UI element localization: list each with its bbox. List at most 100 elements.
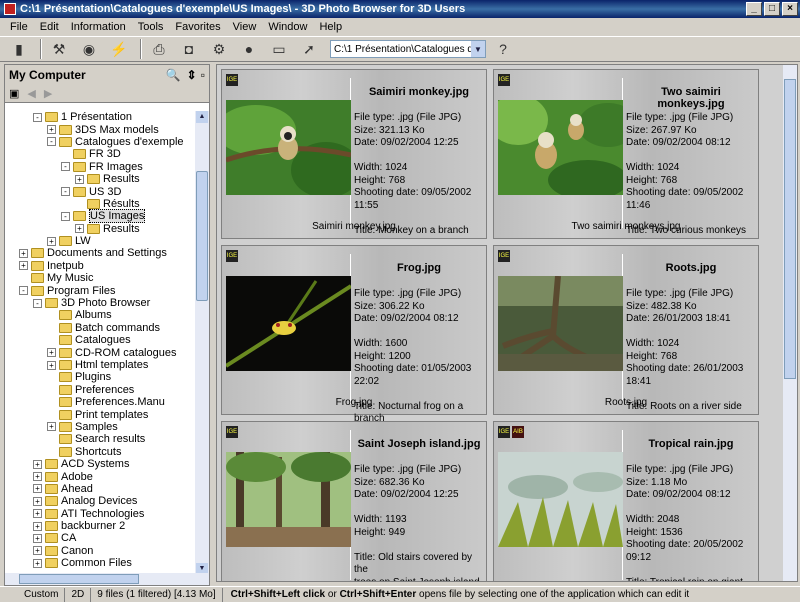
photo-thumbnail[interactable] xyxy=(226,276,351,371)
expand-icon[interactable]: + xyxy=(75,224,84,234)
tree-item[interactable]: Albums xyxy=(5,309,195,321)
tools-icon[interactable]: ⚒ xyxy=(46,38,72,60)
tree-item[interactable]: Catalogues xyxy=(5,334,195,346)
menu-help[interactable]: Help xyxy=(313,21,348,33)
collapse-icon[interactable]: - xyxy=(47,137,56,147)
tree-item[interactable]: + Html templates xyxy=(5,359,195,371)
path-combo[interactable]: C:\1 Présentation\Catalogues d'exem ▼ xyxy=(330,40,486,58)
gallery-scrollbar[interactable] xyxy=(783,65,797,581)
tree-item[interactable]: - 3D Photo Browser xyxy=(5,297,195,309)
expand-icon[interactable]: + xyxy=(33,484,42,494)
gear-icon[interactable]: ⚙ xyxy=(206,38,232,60)
film-icon[interactable]: ▭ xyxy=(266,38,292,60)
share-icon[interactable]: ➚ xyxy=(296,38,322,60)
tree-item[interactable]: - Program Files xyxy=(5,284,195,297)
collapse-icon[interactable]: - xyxy=(61,187,70,197)
chevron-down-icon[interactable]: ▼ xyxy=(471,41,485,57)
tree-horizontal-scrollbar[interactable] xyxy=(5,573,209,585)
expand-icon[interactable]: + xyxy=(33,496,42,506)
scroll-up-icon[interactable]: ▲ xyxy=(196,111,208,123)
tree-item[interactable]: + Adobe xyxy=(5,470,195,483)
menu-file[interactable]: File xyxy=(4,21,34,33)
expand-icon[interactable]: + xyxy=(47,348,56,358)
tree-item[interactable]: + CA xyxy=(5,532,195,544)
scroll-thumb[interactable] xyxy=(19,574,139,584)
catalog-icon[interactable]: ▮ xyxy=(6,38,32,60)
menu-window[interactable]: Window xyxy=(262,21,313,33)
tree-item[interactable]: - Catalogues d'exemple xyxy=(5,136,195,148)
maximize-button[interactable]: □ xyxy=(764,2,780,16)
status-custom[interactable]: Custom xyxy=(0,587,66,602)
view-icon[interactable]: ◉ xyxy=(76,38,102,60)
window-icon[interactable]: ▫ xyxy=(201,68,205,82)
tree-item[interactable]: Shortcuts xyxy=(5,446,195,458)
plug-icon[interactable]: ⚡ xyxy=(106,38,132,60)
expand-icon[interactable]: + xyxy=(33,509,42,519)
tree-vertical-scrollbar[interactable]: ▲ ▼ xyxy=(195,111,209,575)
photo-card[interactable]: IGE Saint Joseph island.jpg File type: .jp… xyxy=(221,421,487,581)
expand-icon[interactable]: + xyxy=(19,248,28,258)
tree-item[interactable]: Batch commands xyxy=(5,322,195,334)
back-icon[interactable]: ◀ xyxy=(27,87,35,100)
collapse-icon[interactable]: - xyxy=(61,162,70,172)
minimize-button[interactable]: _ xyxy=(746,2,762,16)
tree-item[interactable]: + Common Files xyxy=(5,557,195,569)
folder-up-icon[interactable]: ▣ xyxy=(9,87,19,100)
tree-item[interactable]: - 1 Présentation xyxy=(5,111,195,123)
menu-tools[interactable]: Tools xyxy=(132,21,170,33)
print-icon[interactable]: ⎙ xyxy=(146,38,172,60)
expand-icon[interactable]: + xyxy=(47,125,56,135)
tree-item[interactable]: Search results xyxy=(5,433,195,445)
tree-item[interactable]: +3DS Max models xyxy=(5,123,195,136)
tree-item[interactable]: + Results xyxy=(5,223,195,235)
photo-card[interactable]: IGE Saimiri monkey.jpg File type: .jpg (Fi… xyxy=(221,69,487,239)
tree-item[interactable]: + Samples xyxy=(5,421,195,433)
close-button[interactable]: × xyxy=(782,2,798,16)
expand-icon[interactable]: + xyxy=(33,459,42,469)
expand-icon[interactable]: + xyxy=(33,533,42,543)
tree-item[interactable]: + Analog Devices xyxy=(5,495,195,507)
tree-item[interactable]: + LW xyxy=(5,235,195,247)
tree-item[interactable]: + Canon xyxy=(5,545,195,557)
scroll-thumb[interactable] xyxy=(784,79,796,379)
expand-icon[interactable]: + xyxy=(33,558,42,568)
collapse-icon[interactable]: - xyxy=(61,211,70,221)
photo-card[interactable]: IGE AIB Tropical rain.jpg File type: .jpg (… xyxy=(493,421,759,581)
tree-item[interactable]: + Results xyxy=(5,173,195,185)
expand-icon[interactable]: + xyxy=(47,422,56,432)
tree-item[interactable]: + Documents and Settings xyxy=(5,247,195,259)
expand-icon[interactable]: + xyxy=(33,472,42,482)
forward-icon[interactable]: ▶ xyxy=(44,87,52,100)
help-icon[interactable]: ? xyxy=(490,38,516,60)
camera-icon[interactable]: ◘ xyxy=(176,38,202,60)
tree-item[interactable]: My Music xyxy=(5,272,195,284)
tree-item[interactable]: + Inetpub xyxy=(5,260,195,272)
collapse-icon[interactable]: - xyxy=(33,112,42,122)
collapse-icon[interactable]: - xyxy=(19,286,28,296)
tree-item[interactable]: Résults xyxy=(5,198,195,210)
menu-view[interactable]: View xyxy=(227,21,263,33)
photo-thumbnail[interactable] xyxy=(498,452,623,547)
search-icon[interactable]: 🔍 xyxy=(166,68,181,82)
menu-edit[interactable]: Edit xyxy=(34,21,65,33)
tree-item[interactable]: + CD-ROM catalogues xyxy=(5,346,195,359)
expand-icon[interactable]: + xyxy=(19,261,28,271)
tree-item[interactable]: Print templates xyxy=(5,408,195,421)
menu-favorites[interactable]: Favorites xyxy=(169,21,226,33)
tree-item[interactable]: + backburner 2 xyxy=(5,520,195,532)
expand-icon[interactable]: + xyxy=(75,174,84,184)
collapse-icon[interactable]: - xyxy=(33,298,42,308)
photo-thumbnail[interactable] xyxy=(498,100,623,195)
tree-item[interactable]: + ATI Technologies xyxy=(5,508,195,520)
expand-icon[interactable]: + xyxy=(33,546,42,556)
tree-item[interactable]: + ACD Systems xyxy=(5,458,195,470)
expand-icon[interactable]: + xyxy=(47,360,56,370)
tree-item[interactable]: - FR Images xyxy=(5,161,195,173)
tree-item[interactable]: Preferences.Manu xyxy=(5,396,195,408)
tree-item[interactable]: FR 3D xyxy=(5,148,195,160)
photo-thumbnail[interactable] xyxy=(498,276,623,371)
status-mode[interactable]: 2D xyxy=(65,587,92,602)
pin-icon[interactable]: ⇕ xyxy=(187,68,197,82)
tree-item[interactable]: Preferences xyxy=(5,384,195,396)
tree-item[interactable]: Plugins xyxy=(5,371,195,383)
